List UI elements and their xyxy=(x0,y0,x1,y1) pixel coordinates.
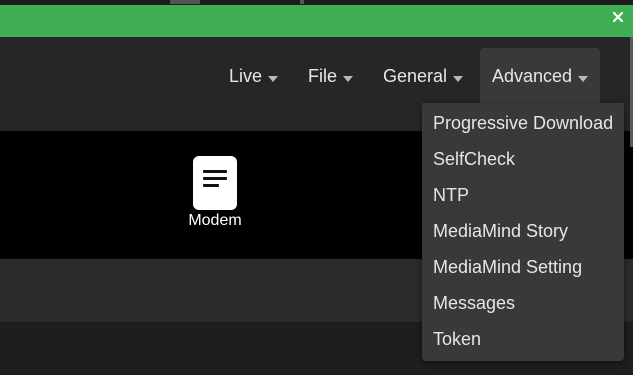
caret-down-icon xyxy=(268,76,279,83)
nav-advanced-label: Advanced xyxy=(492,66,573,86)
nav-file[interactable]: File xyxy=(308,48,354,104)
modem-label: Modem xyxy=(188,212,242,229)
nav-live[interactable]: Live xyxy=(229,48,279,104)
menu-item-progressive-download[interactable]: Progressive Download xyxy=(433,108,613,138)
menu-item-mediamind-story[interactable]: MediaMind Story xyxy=(433,216,568,246)
document-icon xyxy=(193,156,237,210)
nav-file-label: File xyxy=(308,66,338,86)
menu-item-token[interactable]: Token xyxy=(433,324,481,354)
nav-live-label: Live xyxy=(229,66,263,86)
notification-bar xyxy=(0,5,633,37)
nav-advanced[interactable]: Advanced xyxy=(480,48,601,104)
nav-general[interactable]: General xyxy=(383,48,464,104)
caret-down-icon xyxy=(453,76,464,83)
close-icon[interactable] xyxy=(611,10,625,24)
menu-item-mediamind-setting[interactable]: MediaMind Setting xyxy=(433,252,582,282)
nav-general-label: General xyxy=(383,66,448,86)
advanced-dropdown-menu: Progressive Download SelfCheck NTP Media… xyxy=(422,103,624,361)
menu-item-selfcheck[interactable]: SelfCheck xyxy=(433,144,515,174)
caret-down-icon xyxy=(343,76,354,83)
top-strip-mark xyxy=(170,0,200,4)
menu-item-ntp[interactable]: NTP xyxy=(433,180,469,210)
top-strip-mark xyxy=(300,0,304,4)
menu-item-messages[interactable]: Messages xyxy=(433,288,515,318)
caret-down-icon xyxy=(578,76,589,83)
